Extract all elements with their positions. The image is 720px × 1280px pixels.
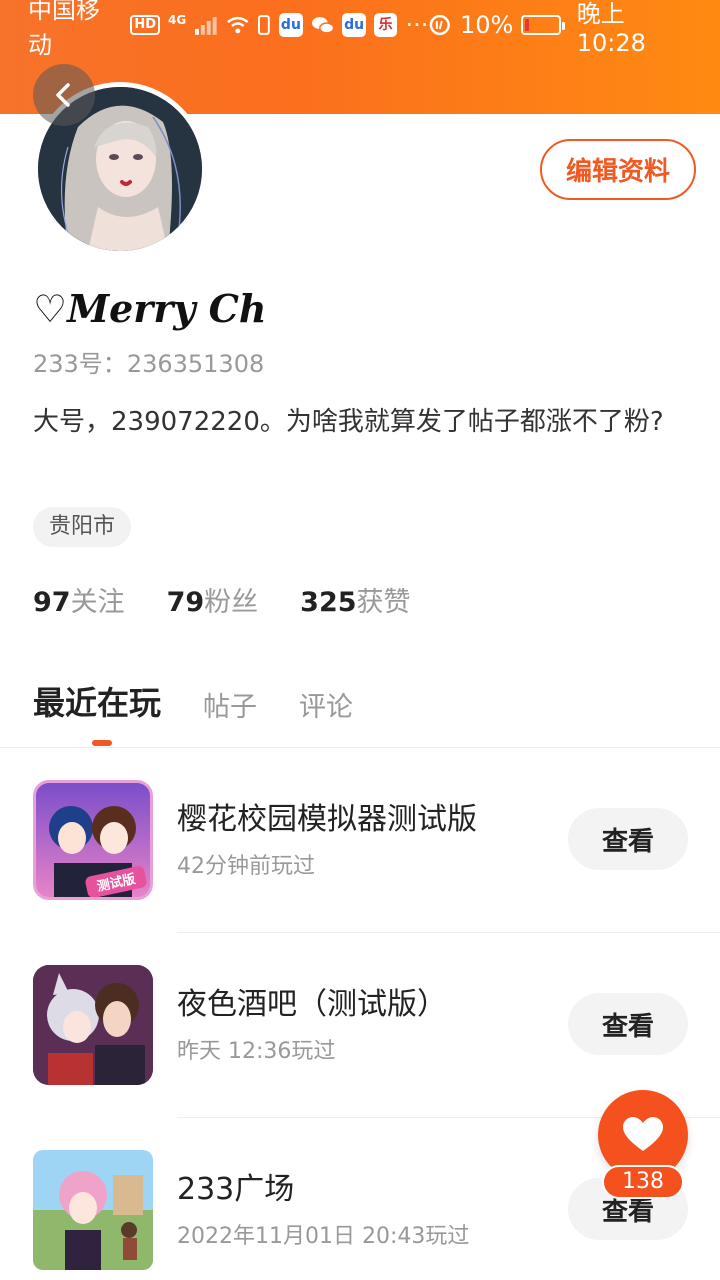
likes-stat[interactable]: 325获赞: [300, 580, 410, 619]
nickname: ♡𝑴𝒆𝒓𝒓𝒚 𝑪𝒉: [33, 286, 267, 331]
night-bar-artwork: [33, 965, 153, 1085]
last-played: 2022年11月01日 20:43玩过: [177, 1224, 470, 1249]
chevron-left-icon: [56, 83, 70, 107]
plaza-artwork: [33, 1150, 153, 1270]
battery-percent: 10%: [459, 11, 514, 39]
bio-text: 大号，239072220。为啥我就算发了帖子都涨不了粉?: [33, 407, 664, 437]
user-id: 233号：236351308: [33, 344, 264, 379]
view-button[interactable]: 查看: [568, 808, 688, 870]
baidu-app-icon-2: du: [342, 13, 366, 37]
data-saver-icon: [430, 14, 451, 36]
signal-icon: [195, 17, 217, 35]
location-tag: 贵阳市: [33, 507, 132, 547]
wifi-icon: [226, 16, 249, 34]
game-icon: [33, 965, 153, 1085]
following-stat[interactable]: 97关注: [33, 580, 125, 619]
user-id-value: 236351308: [126, 350, 265, 378]
last-played: 昨天 12:36玩过: [177, 1039, 336, 1064]
game-title: 夜色酒吧（测试版）: [177, 987, 447, 1022]
app-notification-icon: 乐: [373, 13, 398, 37]
likes-count: 325: [300, 587, 357, 618]
user-id-label: 233号：: [33, 350, 127, 378]
baidu-app-icon: du: [279, 13, 303, 37]
carrier-label: 中国移动: [28, 0, 100, 59]
followers-count: 79: [166, 587, 205, 618]
followers-label: 粉丝: [204, 587, 259, 618]
stats-row: 97关注 79粉丝 325获赞: [33, 580, 411, 619]
view-button[interactable]: 查看: [568, 993, 688, 1055]
phone-icon: [258, 15, 271, 35]
profile-tabs: 最近在玩 帖子 评论: [33, 678, 353, 724]
tab-posts[interactable]: 帖子: [203, 685, 257, 724]
game-icon: [33, 1150, 153, 1270]
last-played: 42分钟前玩过: [177, 854, 315, 879]
network-label: 4G: [168, 13, 187, 27]
tab-comments[interactable]: 评论: [299, 685, 353, 724]
status-bar: 中国移动 HD 4G du du 乐 ··· 10% 晚上10:28: [0, 0, 720, 59]
following-label: 关注: [70, 587, 125, 618]
back-button[interactable]: [33, 64, 95, 126]
battery-icon: [521, 15, 566, 35]
active-tab-indicator: [92, 740, 112, 746]
followers-stat[interactable]: 79粉丝: [167, 580, 259, 619]
list-item[interactable]: 夜色酒吧（测试版） 昨天 12:36玩过 查看: [0, 933, 720, 1085]
wechat-icon: [311, 17, 335, 34]
clock: 晚上10:28: [576, 0, 646, 57]
tab-recently-played[interactable]: 最近在玩: [33, 678, 161, 724]
game-title: 233广场: [177, 1172, 295, 1207]
heart-icon: [623, 1117, 663, 1151]
list-item[interactable]: 测试版 樱花校园模拟器测试版 42分钟前玩过 查看: [0, 748, 720, 900]
game-title: 樱花校园模拟器测试版: [177, 802, 477, 837]
more-notifications: ···: [405, 11, 429, 39]
game-icon: 测试版: [33, 780, 153, 900]
edit-profile-button[interactable]: 编辑资料: [540, 139, 696, 200]
like-count-badge: 138: [602, 1165, 684, 1199]
hd-badge: HD: [130, 15, 161, 35]
likes-label: 获赞: [356, 587, 411, 618]
sakura-school-artwork: 测试版: [49, 806, 147, 897]
following-count: 97: [33, 587, 71, 618]
